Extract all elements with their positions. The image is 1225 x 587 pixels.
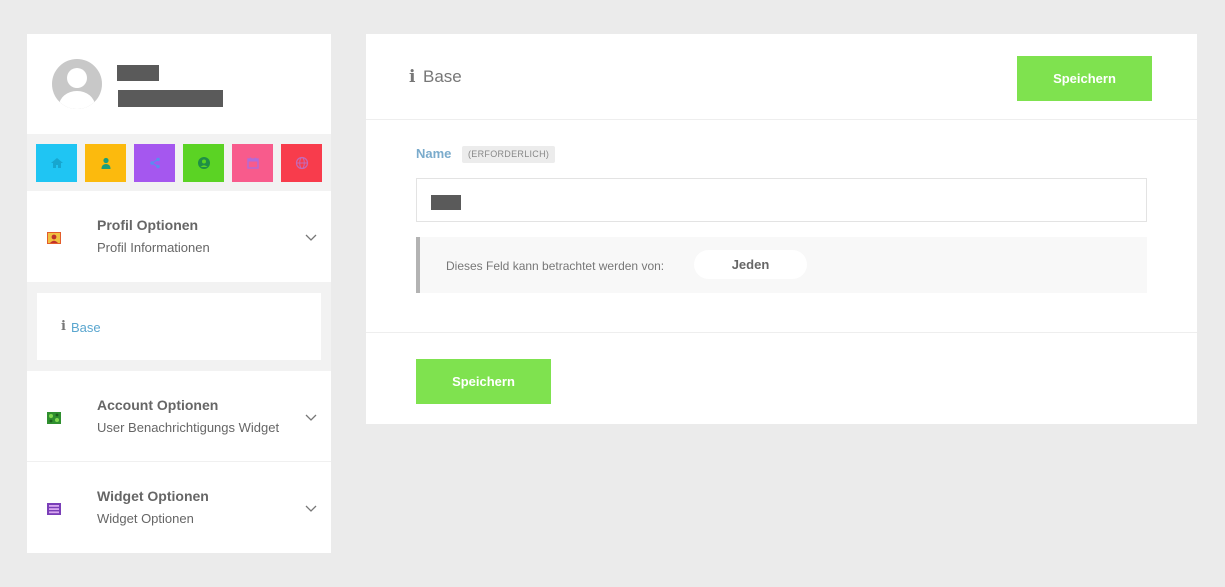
chevron-down-icon: [305, 234, 317, 241]
profile-header: [27, 34, 331, 134]
section-profil-optionen[interactable]: Profil Optionen Profil Informationen: [27, 191, 331, 282]
page-title: Base: [423, 67, 462, 86]
chevron-down-icon: [305, 414, 317, 421]
visibility-select[interactable]: Jeden: [694, 250, 807, 279]
profil-options-submenu: i Base: [27, 282, 331, 371]
section-subtitle: Profil Informationen: [97, 240, 210, 255]
info-icon: i: [409, 67, 416, 87]
notification-widget-icon: [47, 412, 61, 424]
calendar-tile[interactable]: [232, 144, 273, 182]
widget-list-icon: [47, 503, 61, 515]
save-button-bottom[interactable]: Speichern: [416, 359, 551, 404]
calendar-icon: [246, 157, 259, 169]
base-settings-panel: i Base Speichern Name (ERFORDERLICH) Die…: [366, 34, 1197, 424]
user-circle-icon: [197, 157, 210, 169]
redacted-user-info: [118, 90, 223, 107]
profile-card-icon: [47, 232, 61, 244]
section-account-optionen[interactable]: Account Optionen User Benachrichtigungs …: [27, 371, 331, 462]
info-icon: i: [61, 319, 66, 334]
panel-header: i Base Speichern: [366, 34, 1197, 120]
home-tile[interactable]: [36, 144, 77, 182]
avatar[interactable]: [52, 59, 102, 109]
section-widget-optionen[interactable]: Widget Optionen Widget Optionen: [27, 462, 331, 553]
chevron-down-icon: [305, 505, 317, 512]
home-icon: [50, 158, 63, 168]
share-icon: [149, 157, 160, 169]
section-subtitle: User Benachrichtigungs Widget: [97, 420, 280, 435]
share-tile[interactable]: [134, 144, 175, 182]
save-button-top[interactable]: Speichern: [1017, 56, 1152, 101]
submenu-item-label: Base: [71, 320, 101, 335]
required-badge: (ERFORDERLICH): [462, 146, 556, 163]
user-tile[interactable]: [85, 144, 126, 182]
profile-sidebar: Profil Optionen Profil Informationen i B…: [27, 34, 331, 553]
footer-divider: [366, 332, 1197, 333]
globe-tile[interactable]: [281, 144, 322, 182]
section-title: Profil Optionen: [97, 217, 199, 233]
profile-nav-icons: [27, 134, 331, 191]
user-circle-tile[interactable]: [183, 144, 224, 182]
section-title: Account Optionen: [97, 397, 219, 413]
section-title: Widget Optionen: [97, 488, 209, 504]
avatar-head: [67, 68, 87, 88]
visibility-label: Dieses Feld kann betrachtet werden von:: [446, 259, 665, 273]
name-field[interactable]: [416, 178, 1147, 222]
visibility-setting: Dieses Feld kann betrachtet werden von: …: [416, 237, 1147, 293]
avatar-body: [59, 91, 95, 109]
name-field-label: Name: [416, 146, 452, 161]
submenu-item-base[interactable]: i Base: [37, 293, 321, 360]
redacted-name-value: [431, 195, 461, 210]
section-subtitle: Widget Optionen: [97, 511, 194, 526]
user-icon: [101, 157, 110, 169]
redacted-username: [117, 65, 159, 81]
globe-icon: [295, 156, 308, 170]
